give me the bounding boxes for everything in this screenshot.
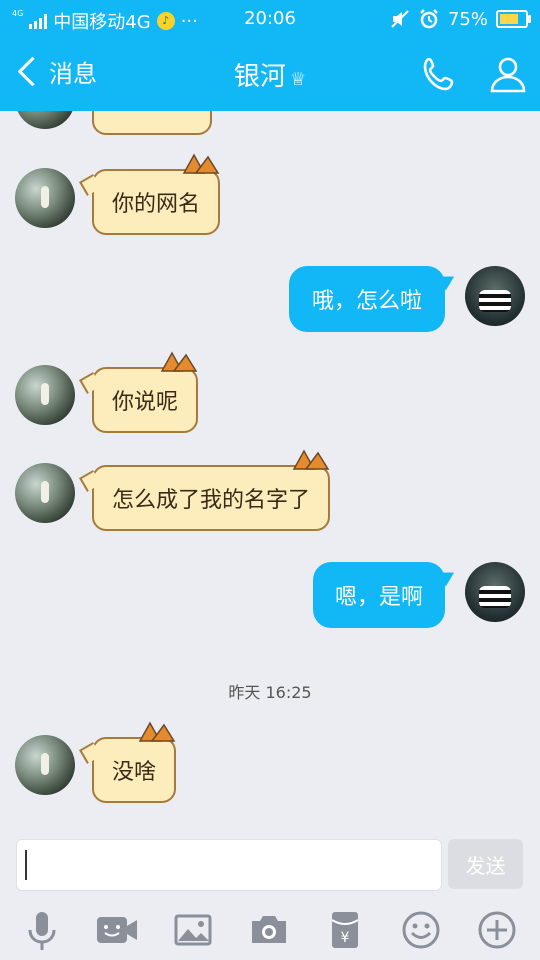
- svg-text:¥: ¥: [341, 930, 350, 946]
- contact-avatar[interactable]: [15, 365, 75, 425]
- message-text: 你说呢: [112, 390, 179, 415]
- user-avatar[interactable]: [465, 562, 525, 622]
- crown-icon: ♕: [289, 69, 307, 90]
- battery-icon: [496, 10, 531, 28]
- status-bar: 4G 中国移动4G ♪ ··· 20:06 75%: [0, 0, 540, 38]
- top-bar: 4G 中国移动4G ♪ ··· 20:06 75% 消息 银河 ♕: [0, 0, 540, 111]
- user-avatar[interactable]: [465, 266, 525, 326]
- message-bubble-received[interactable]: 没啥: [79, 721, 177, 803]
- message-bubble-partial: [92, 111, 212, 135]
- message-bubble-sent[interactable]: 嗯，是啊: [313, 562, 459, 628]
- message-text: 没啥: [112, 760, 157, 785]
- input-toolbar: ¥: [0, 908, 540, 952]
- plus-icon[interactable]: [475, 908, 519, 952]
- red-packet-icon[interactable]: ¥: [323, 908, 367, 952]
- message-timestamp: 昨天 16:25: [228, 683, 312, 702]
- chat-header: 消息 银河 ♕: [0, 38, 540, 111]
- contact-avatar[interactable]: [15, 111, 75, 129]
- contact-name: 银河: [233, 62, 286, 92]
- cat-ears-icon: [138, 721, 176, 742]
- camera-icon[interactable]: [247, 908, 291, 952]
- battery-percent: 75%: [447, 8, 488, 30]
- microphone-icon[interactable]: [20, 908, 64, 952]
- text-caret: [25, 850, 27, 880]
- phone-icon[interactable]: [420, 54, 460, 94]
- mute-icon: [391, 10, 409, 28]
- message-bubble-received[interactable]: 怎么成了我的名字了: [79, 449, 331, 531]
- chat-area[interactable]: 你的网名 哦，怎么啦 你说呢 怎么成了我的名字了 嗯，是啊 昨天 16:25 没…: [0, 111, 540, 824]
- contact-avatar[interactable]: [15, 168, 75, 228]
- contact-avatar[interactable]: [15, 735, 75, 795]
- message-text: 怎么成了我的名字了: [112, 488, 311, 513]
- message-input[interactable]: [16, 839, 442, 891]
- message-text: 你的网名: [112, 192, 201, 217]
- cat-ears-icon: [292, 449, 330, 470]
- message-text: 哦，怎么啦: [311, 289, 422, 314]
- person-icon[interactable]: [488, 54, 528, 94]
- cat-ears-icon: [182, 153, 220, 174]
- message-bubble-sent[interactable]: 哦，怎么啦: [289, 266, 459, 332]
- video-call-icon[interactable]: [95, 908, 139, 952]
- composer: 发送 ¥: [0, 824, 540, 960]
- image-icon[interactable]: [171, 908, 215, 952]
- alarm-icon: [420, 9, 438, 29]
- emoji-icon[interactable]: [399, 908, 443, 952]
- message-bubble-received[interactable]: 你的网名: [79, 153, 221, 235]
- contact-avatar[interactable]: [15, 463, 75, 523]
- message-text: 嗯，是啊: [334, 585, 423, 610]
- message-bubble-received[interactable]: 你说呢: [79, 351, 199, 433]
- cat-ears-icon: [160, 351, 198, 372]
- send-button[interactable]: 发送: [448, 839, 523, 889]
